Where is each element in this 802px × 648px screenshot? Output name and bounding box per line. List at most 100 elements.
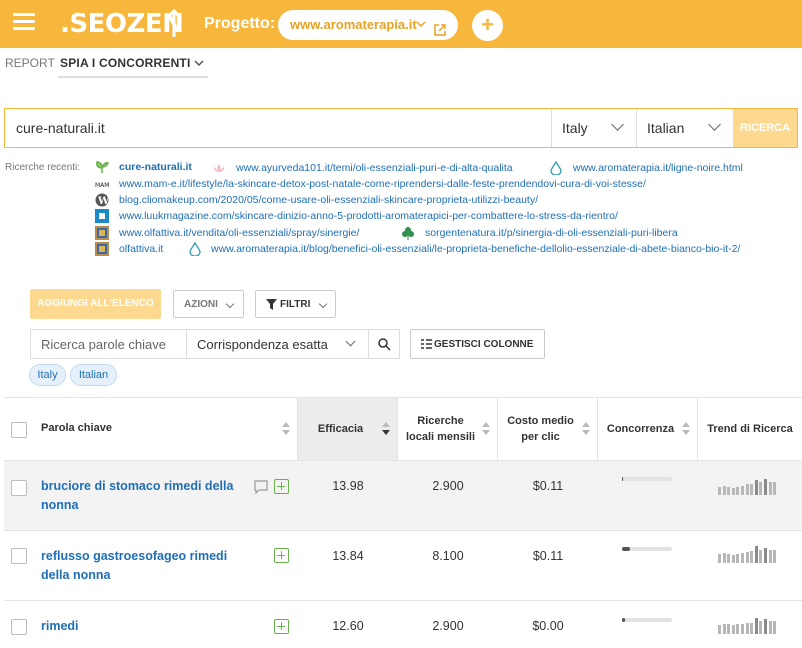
column-header-competition[interactable]: Concorrenza [598,398,698,460]
competition-fill [622,547,630,551]
drop-icon [189,242,201,256]
trend-bar [741,624,744,634]
trend-bar [773,550,777,563]
keyword-link[interactable]: reflusso gastroesofageo rimedi della non… [41,547,241,585]
add-to-list-button[interactable]: AGGIUNGI ALL'ELENCO [30,289,161,319]
sort-icon[interactable] [682,422,690,436]
recent-search-link[interactable]: cure-naturali.it [119,161,192,173]
breadcrumb-report[interactable]: REPORT [5,56,55,70]
keyword-search-button[interactable] [368,329,400,359]
table-row: rimedi 12.60 2.900 $0.00 [4,601,802,648]
competition-fill [622,477,623,481]
filter-icon [266,299,277,310]
filters-button[interactable]: FILTRI [255,290,336,318]
svg-text:W: W [97,196,109,207]
lotus-icon [214,164,224,172]
project-selector[interactable]: www.aromaterapia.it [278,10,458,40]
table-row: bruciore di stomaco rimedi della nonna 1… [4,461,802,531]
trend-bar [764,547,767,563]
recent-search-link[interactable]: www.olfattiva.it/vendita/oli-essenziali/… [119,227,359,239]
chevron-down-icon [611,118,624,131]
filter-tag-country[interactable]: Italy [29,364,66,386]
report-selector[interactable]: SPIA I CONCORRENTI [60,56,204,70]
recent-search-link[interactable]: www.aromaterapia.it/blog/benefici-oli-es… [211,243,740,255]
trend-bar [741,553,744,563]
mame-logo-icon: MAM [95,182,109,189]
filters-label: FILTRI [280,299,311,310]
column-header-cpc[interactable]: Costo medio per clic [498,398,598,460]
manage-columns-label: GESTISCI COLONNE [434,339,534,350]
row-checkbox[interactable] [11,480,27,496]
trend-chart [718,545,778,563]
trend-bar [736,624,740,634]
recent-search-link[interactable]: www.aromaterapia.it/ligne-noire.html [573,162,743,174]
chevron-down-icon [225,299,235,309]
recent-search-link[interactable]: www.ayurveda101.it/temi/oli-essenziali-p… [236,162,513,174]
trend-bar [759,549,763,563]
search-icon [378,338,391,351]
chevron-down-icon [416,10,426,53]
recent-search-link[interactable]: www.mam-e.it/lifestyle/la-skincare-detox… [119,178,646,190]
row-checkbox[interactable] [11,548,27,564]
trend-bar [731,487,735,495]
search-submit-button[interactable]: RICERCA [733,109,797,147]
cpc-value: $0.11 [532,479,564,493]
recent-search-link[interactable]: olfattiva.it [119,243,163,255]
drop-icon [550,161,562,175]
add-project-button[interactable]: + [472,10,503,41]
trend-bar [759,482,763,495]
efficacia-value: 13.98 [332,479,364,493]
trend-bar [754,617,758,634]
match-type-select[interactable]: Corrispondenza esatta [186,329,369,359]
sort-icon[interactable] [382,422,390,436]
comment-icon[interactable] [254,480,268,494]
filter-tag-language[interactable]: Italian [70,364,117,386]
trend-bar [741,486,744,495]
competition-bar [622,618,672,622]
breadcrumb-underline [58,76,208,78]
recent-search-link[interactable]: blog.cliomakeup.com/2020/05/come-usare-o… [119,194,538,206]
column-header-keyword[interactable]: Parola chiave [4,398,298,460]
trend-bar [718,554,721,563]
competition-bar [622,547,672,551]
actions-button[interactable]: AZIONI [173,290,244,318]
recent-search-link[interactable]: www.luukmagazine.com/skincare-dinizio-an… [119,210,618,222]
keyword-link[interactable]: rimedi [41,617,241,636]
sort-icon[interactable] [282,422,290,436]
language-select[interactable]: Italian [636,109,733,147]
keyword-link[interactable]: bruciore di stomaco rimedi della nonna [41,477,241,515]
trend-bar [759,621,763,634]
leaf-icon [96,161,109,173]
clover-icon [402,227,414,240]
recent-search-link[interactable]: sorgentenatura.it/p/sinergia-di-oli-esse… [425,227,678,239]
chevron-down-icon [345,336,356,347]
cpc-value: $0.11 [532,549,564,563]
keyword-search-input[interactable]: Ricerca parole chiave [30,329,187,359]
domain-input[interactable] [5,109,551,147]
add-keyword-icon[interactable] [274,548,289,563]
competition-fill [622,618,625,622]
add-keyword-icon[interactable] [274,619,289,634]
top-bar: .SEOZEN Progetto: www.aromaterapia.it + [0,0,802,48]
external-link-icon[interactable] [433,18,447,48]
column-header-trend: Trend di Ricerca [698,398,802,460]
seozen-logo[interactable]: .SEOZEN [60,8,184,40]
project-label: Progetto: [204,15,276,32]
sort-icon[interactable] [482,422,490,436]
select-all-checkbox[interactable] [11,422,27,438]
column-header-efficacia[interactable]: Efficacia [298,398,398,460]
row-checkbox[interactable] [11,619,27,635]
trend-bar [750,623,754,634]
trend-bar [722,624,726,634]
trend-chart [718,616,778,634]
country-select[interactable]: Italy [551,109,636,147]
menu-icon[interactable] [13,13,35,31]
chevron-down-icon [708,118,721,131]
trend-bar [718,486,721,495]
columns-icon [421,339,432,349]
manage-columns-button[interactable]: GESTISCI COLONNE [410,329,545,359]
add-keyword-icon[interactable] [274,479,289,494]
trend-bar [731,554,735,563]
column-header-searches[interactable]: Ricerche locali mensili [398,398,498,460]
sort-icon[interactable] [582,422,590,436]
